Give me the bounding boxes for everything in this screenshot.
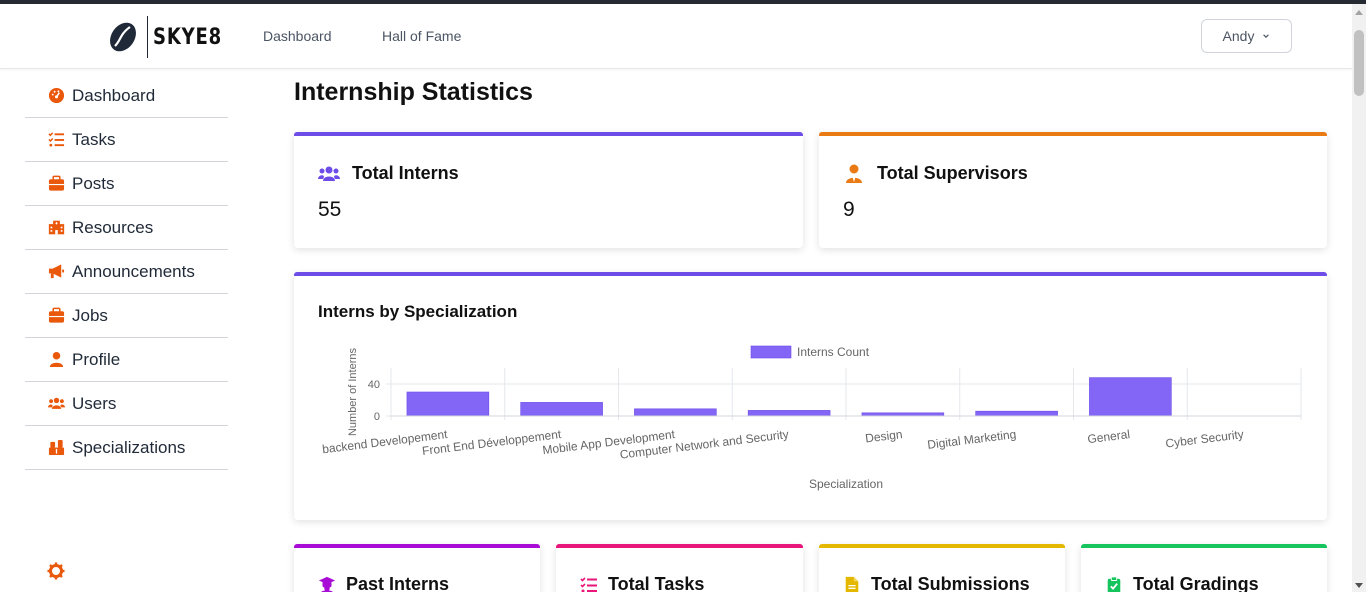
sidebar-item-label: Jobs — [72, 305, 108, 325]
chart-bar — [406, 391, 490, 417]
stat-heading: Total Supervisors — [843, 163, 1028, 184]
tasks-list-icon — [47, 131, 65, 149]
stat-value: 9 — [843, 198, 855, 221]
brand-logo[interactable]: SKYE8 — [106, 15, 237, 59]
top-navbar: SKYE8 Dashboard Hall of Fame Andy — [0, 4, 1352, 69]
sidebar-item-profile[interactable]: Profile — [25, 338, 228, 382]
blocks-icon — [47, 439, 65, 457]
card-accent-bar — [819, 132, 1327, 136]
sidebar-item-tasks[interactable]: Tasks — [25, 118, 228, 162]
stat-label: Total Supervisors — [877, 163, 1028, 183]
vertical-scrollbar[interactable] — [1352, 4, 1366, 592]
nav-dashboard-link[interactable]: Dashboard — [263, 28, 332, 44]
sidebar-item-users[interactable]: Users — [25, 382, 228, 426]
user-name: Andy — [1222, 28, 1255, 44]
tasks-list-icon — [580, 576, 597, 592]
sidebar-item-announcements[interactable]: Announcements — [25, 250, 228, 294]
sidebar-item-label: Announcements — [72, 261, 195, 281]
scroll-down-arrow-icon[interactable] — [1355, 583, 1363, 588]
sidebar-item-dashboard[interactable]: Dashboard — [25, 74, 228, 118]
scroll-up-arrow-icon[interactable] — [1355, 10, 1363, 15]
megaphone-icon — [47, 263, 65, 281]
stat-heading: Total Tasks — [580, 574, 704, 592]
x-tick-label: Digital Marketing — [927, 427, 1017, 452]
briefcase-icon — [47, 175, 65, 193]
sidebar-item-label: Profile — [72, 349, 121, 369]
brand-name: SKYE8 — [153, 24, 223, 50]
sidebar-item-specializations[interactable]: Specializations — [25, 426, 228, 470]
total-submissions-card: Total Submissions — [819, 544, 1065, 592]
logo-divider — [147, 16, 148, 58]
stat-value: 55 — [318, 198, 342, 221]
stat-heading: Total Interns — [318, 163, 459, 184]
chart-bar — [634, 408, 717, 417]
graduate-icon — [318, 576, 336, 592]
user-tie-icon — [846, 164, 862, 183]
chart-bar — [747, 410, 831, 417]
nav-hall-of-fame-link[interactable]: Hall of Fame — [382, 28, 461, 44]
sidebar: Dashboard Tasks Posts Resources Announce… — [25, 74, 228, 470]
legend-swatch — [750, 345, 792, 359]
user-icon — [47, 351, 65, 369]
y-axis-title: Number of Interns — [347, 347, 359, 436]
chart-bar — [975, 410, 1058, 417]
bar-chart: 040backend DevelopementFront End Dévelop… — [321, 345, 1302, 491]
x-tick-label: Design — [864, 427, 903, 445]
stat-label: Total Tasks — [608, 574, 705, 592]
sidebar-item-label: Dashboard — [72, 85, 156, 105]
card-accent-bar — [819, 544, 1065, 548]
sidebar-item-label: Resources — [72, 217, 154, 237]
stat-heading: Past Interns — [318, 574, 449, 592]
stat-heading: Total Submissions — [843, 574, 1030, 592]
card-accent-bar — [294, 544, 540, 548]
gear-icon[interactable] — [47, 562, 65, 580]
y-tick-label: 40 — [368, 379, 380, 391]
card-accent-bar — [1081, 544, 1327, 548]
briefcase-icon — [47, 307, 65, 325]
x-tick-label: Cyber Security — [1165, 427, 1245, 450]
gauge-icon — [47, 87, 65, 105]
sidebar-item-posts[interactable]: Posts — [25, 162, 228, 206]
sidebar-item-jobs[interactable]: Jobs — [25, 294, 228, 338]
sidebar-item-resources[interactable]: Resources — [25, 206, 228, 250]
x-axis-title: Specialization — [809, 477, 883, 491]
y-tick-label: 0 — [374, 411, 380, 423]
total-tasks-card: Total Tasks — [556, 544, 803, 592]
stat-label: Past Interns — [346, 574, 450, 592]
chevron-down-icon — [1263, 34, 1270, 39]
sidebar-item-label: Posts — [72, 173, 115, 193]
card-accent-bar — [294, 132, 803, 136]
scrollbar-thumb[interactable] — [1354, 30, 1364, 96]
sidebar-item-label: Specializations — [72, 437, 186, 457]
x-tick-label: General — [1087, 427, 1131, 446]
total-interns-card: Total Interns 55 — [294, 132, 803, 248]
total-gradings-card: Total Gradings — [1081, 544, 1327, 592]
sidebar-item-label: Tasks — [72, 129, 116, 149]
total-supervisors-card: Total Supervisors 9 — [819, 132, 1327, 248]
specialization-chart-card: Interns by Specialization 0 40 backend Dev… — [294, 272, 1327, 520]
coffee-bean-icon — [110, 22, 136, 52]
file-icon — [845, 576, 859, 592]
user-menu-button[interactable]: Andy — [1201, 19, 1292, 53]
users-icon — [47, 395, 65, 413]
chart-bar — [1089, 377, 1172, 417]
past-interns-card: Past Interns — [294, 544, 540, 592]
card-accent-bar — [556, 544, 803, 548]
users-icon — [318, 166, 340, 181]
stat-heading: Total Gradings — [1105, 574, 1259, 592]
stat-label: Total Gradings — [1133, 574, 1259, 592]
chart-bar — [520, 402, 603, 417]
building-icon — [47, 219, 65, 237]
legend-label: Interns Count — [797, 345, 870, 359]
stat-label: Total Submissions — [871, 574, 1030, 592]
stat-label: Total Interns — [352, 163, 459, 183]
page-title: Internship Statistics — [294, 78, 533, 106]
clipboard-check-icon — [1107, 575, 1121, 592]
sidebar-item-label: Users — [72, 393, 117, 413]
